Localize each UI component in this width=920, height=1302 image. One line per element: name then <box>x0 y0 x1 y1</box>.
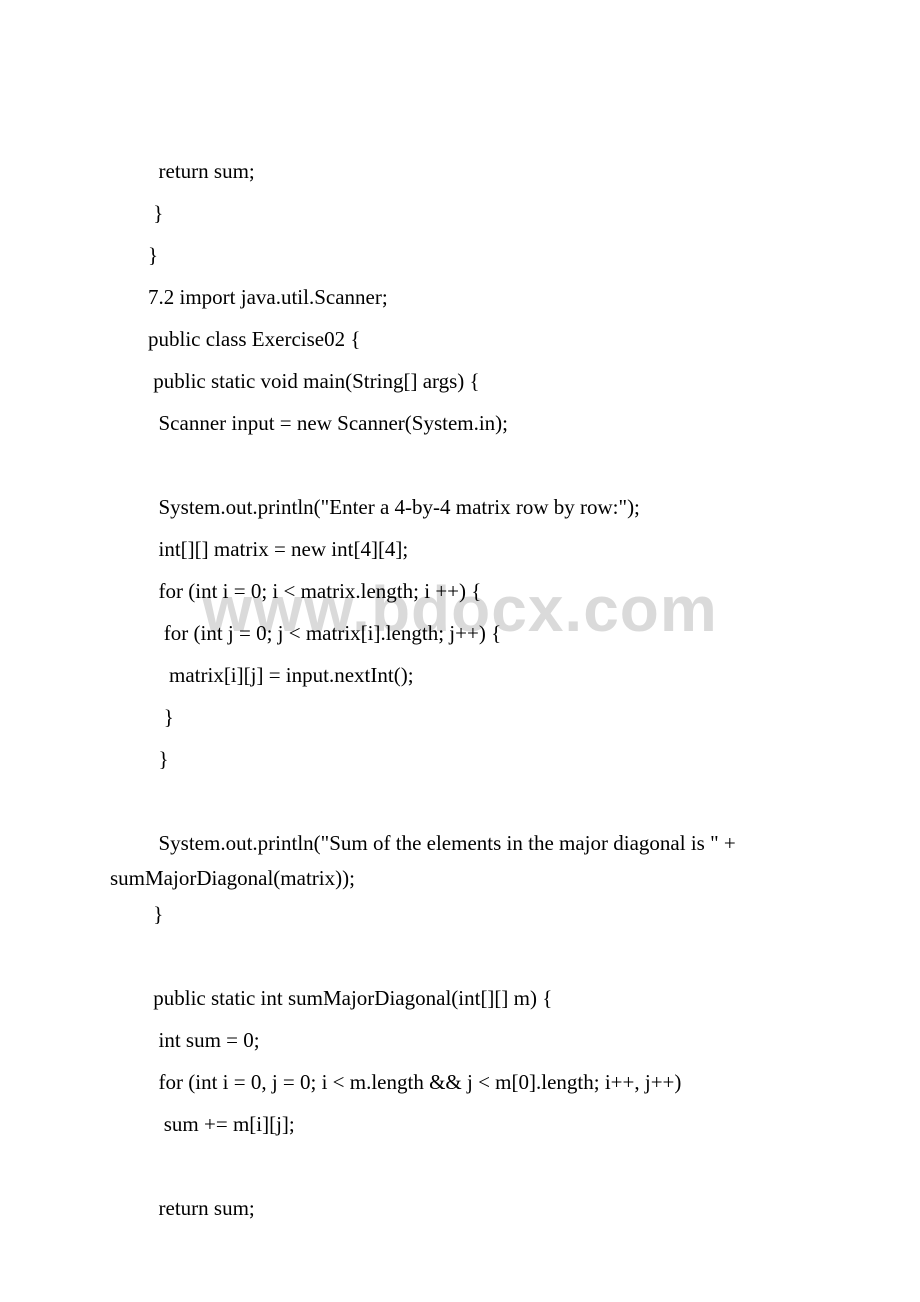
code-line: for (int i = 0, j = 0; i < m.length && j… <box>110 1061 810 1103</box>
code-line: int sum = 0; <box>110 1019 810 1061</box>
code-line: int[][] matrix = new int[4][4]; <box>110 528 810 570</box>
blank-line <box>110 444 810 486</box>
code-line: } <box>110 192 810 234</box>
code-line: public static void main(String[] args) { <box>110 360 810 402</box>
code-line: sum += m[i][j]; <box>110 1103 810 1145</box>
code-line: } <box>110 893 810 935</box>
code-line: for (int i = 0; i < matrix.length; i ++)… <box>110 570 810 612</box>
blank-line <box>110 780 810 822</box>
document-page: www.bdocx.com return sum; } } 7.2 import… <box>0 0 920 1289</box>
code-line: 7.2 import java.util.Scanner; <box>110 276 810 318</box>
code-line: sumMajorDiagonal(matrix)); <box>110 864 810 893</box>
blank-line <box>110 1145 810 1187</box>
code-line: } <box>110 234 810 276</box>
code-content: return sum; } } 7.2 import java.util.Sca… <box>110 150 810 1229</box>
code-line: System.out.println("Enter a 4-by-4 matri… <box>110 486 810 528</box>
code-line: return sum; <box>110 150 810 192</box>
code-line: public class Exercise02 { <box>110 318 810 360</box>
code-line: return sum; <box>110 1187 810 1229</box>
code-line: } <box>110 696 810 738</box>
blank-line <box>110 935 810 977</box>
code-line: public static int sumMajorDiagonal(int[]… <box>110 977 810 1019</box>
code-line: Scanner input = new Scanner(System.in); <box>110 402 810 444</box>
code-line: System.out.println("Sum of the elements … <box>110 822 810 864</box>
code-line: matrix[i][j] = input.nextInt(); <box>110 654 810 696</box>
code-line: } <box>110 738 810 780</box>
code-line: for (int j = 0; j < matrix[i].length; j+… <box>110 612 810 654</box>
